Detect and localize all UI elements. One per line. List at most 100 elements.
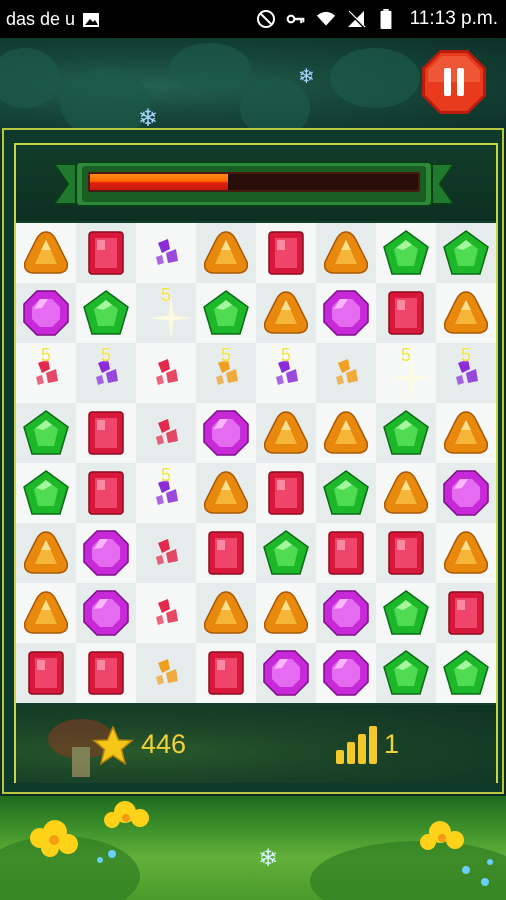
red-gem[interactable] [381,288,431,338]
board-cell[interactable] [316,463,376,523]
board-cell[interactable]: 5 [436,343,496,403]
board-cell[interactable] [196,223,256,283]
board-cell[interactable] [376,583,436,643]
orange-gem[interactable] [381,468,431,518]
orange-gem[interactable] [201,468,251,518]
orange-shard[interactable] [148,655,184,691]
purple-gem[interactable] [81,528,131,578]
board-cell[interactable] [16,463,76,523]
board-cell[interactable] [436,523,496,583]
board-cell[interactable] [376,403,436,463]
red-gem[interactable] [261,468,311,518]
orange-gem[interactable] [321,408,371,458]
board-cell[interactable] [76,643,136,703]
green-gem[interactable] [441,228,491,278]
board-cell[interactable]: 5 [136,463,196,523]
board-cell[interactable] [256,283,316,343]
purple-gem[interactable] [81,588,131,638]
orange-gem[interactable] [441,408,491,458]
board-cell[interactable]: 5 [256,343,316,403]
board-cell[interactable] [316,223,376,283]
orange-gem[interactable] [201,228,251,278]
board-cell[interactable] [376,463,436,523]
orange-gem[interactable] [21,588,71,638]
board-cell[interactable]: 5 [76,343,136,403]
purple-gem[interactable] [441,468,491,518]
purple-gem[interactable] [201,408,251,458]
board-cell[interactable] [76,583,136,643]
board-cell[interactable] [316,283,376,343]
green-gem[interactable] [21,408,71,458]
green-gem[interactable] [441,648,491,698]
board-cell[interactable] [316,403,376,463]
board-cell[interactable] [196,523,256,583]
orange-gem[interactable] [201,588,251,638]
green-gem[interactable] [321,468,371,518]
board-cell[interactable] [256,223,316,283]
green-gem[interactable] [381,588,431,638]
board-cell[interactable] [76,523,136,583]
board-cell[interactable] [76,283,136,343]
board-cell[interactable] [16,283,76,343]
board-cell[interactable] [196,283,256,343]
board-cell[interactable] [136,643,196,703]
board-cell[interactable] [16,583,76,643]
green-gem[interactable] [381,648,431,698]
purple-gem[interactable] [321,288,371,338]
board-cell[interactable] [256,583,316,643]
board-cell[interactable]: 5 [16,343,76,403]
board-cell[interactable] [136,343,196,403]
board-cell[interactable]: 5 [136,283,196,343]
orange-shard[interactable] [328,355,364,391]
green-gem[interactable] [381,408,431,458]
board-cell[interactable] [76,463,136,523]
board-cell[interactable] [16,403,76,463]
board-cell[interactable] [256,403,316,463]
purple-gem[interactable] [321,648,371,698]
orange-gem[interactable] [21,528,71,578]
board-cell[interactable] [256,463,316,523]
red-shard[interactable] [148,535,184,571]
red-gem[interactable] [81,408,131,458]
red-gem[interactable] [381,528,431,578]
board-cell[interactable] [136,583,196,643]
board-cell[interactable] [376,643,436,703]
board-cell[interactable] [436,583,496,643]
board-cell[interactable] [436,463,496,523]
red-gem[interactable] [261,228,311,278]
board-cell[interactable] [136,223,196,283]
purple-shard[interactable] [148,235,184,271]
red-gem[interactable] [81,468,131,518]
green-gem[interactable] [21,468,71,518]
board-cell[interactable] [316,643,376,703]
board-cell[interactable]: 5 [196,343,256,403]
board-cell[interactable] [76,403,136,463]
board-cell[interactable] [16,223,76,283]
orange-gem[interactable] [441,528,491,578]
board-cell[interactable] [136,523,196,583]
board-cell[interactable] [316,523,376,583]
orange-gem[interactable] [261,588,311,638]
board-cell[interactable] [316,343,376,403]
board-cell[interactable] [196,643,256,703]
board-cell[interactable] [16,523,76,583]
board-cell[interactable] [256,643,316,703]
green-gem[interactable] [201,288,251,338]
green-gem[interactable] [381,228,431,278]
purple-gem[interactable] [21,288,71,338]
board-cell[interactable] [196,403,256,463]
board-cell[interactable] [196,463,256,523]
red-gem[interactable] [441,588,491,638]
orange-gem[interactable] [21,228,71,278]
board-cell[interactable] [256,523,316,583]
red-gem[interactable] [201,528,251,578]
board-cell[interactable] [316,583,376,643]
orange-gem[interactable] [321,228,371,278]
board-cell[interactable] [436,283,496,343]
board-cell[interactable] [16,643,76,703]
red-gem[interactable] [21,648,71,698]
green-gem[interactable] [81,288,131,338]
red-shard[interactable] [148,415,184,451]
board-cell[interactable] [436,643,496,703]
orange-gem[interactable] [441,288,491,338]
